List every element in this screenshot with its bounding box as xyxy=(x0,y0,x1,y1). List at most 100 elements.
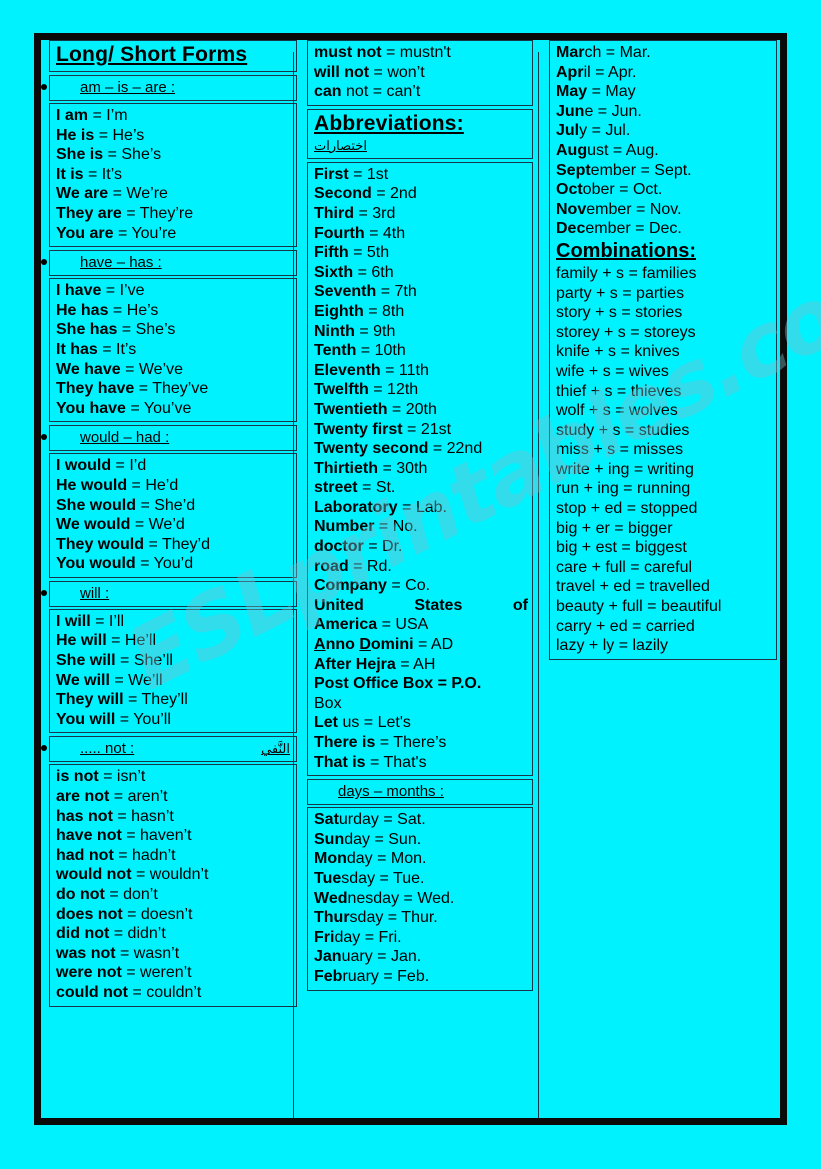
page-title: Long/ Short Forms xyxy=(56,43,248,66)
contraction-row: had not = hadn’t xyxy=(56,846,292,866)
month-row-value: = Nov. xyxy=(631,200,682,218)
combination-row: care + full = careful xyxy=(556,558,693,576)
day-month-row-term: Sat xyxy=(314,811,339,829)
day-month-row: Tuesday = Tue. xyxy=(314,869,528,889)
usa-line-1-text: United States of xyxy=(314,596,528,614)
abbreviation-row-value: = There’s xyxy=(375,734,447,751)
month-row-term: Sept xyxy=(556,161,591,179)
contraction-row: They would = They’d xyxy=(56,535,292,555)
abbreviation-row-value: = Lab. xyxy=(397,498,447,516)
contraction-row-value: = They’ve xyxy=(134,380,209,398)
contraction-row-term: It has xyxy=(56,340,98,358)
contraction-row-value: = haven’t xyxy=(121,827,192,845)
abbreviation-row-value: = Co. xyxy=(386,577,431,595)
contraction-row-value: = You’ll xyxy=(115,710,171,728)
combination-row: travel + ed = travelled xyxy=(556,578,710,596)
contraction-row-term: have not xyxy=(56,827,122,845)
section-header-label: would – had : xyxy=(80,429,170,447)
abbreviation-row: Company = Co. xyxy=(314,576,528,596)
day-month-row-term: Tue xyxy=(314,869,342,887)
day-month-row-term: Thur xyxy=(314,909,350,927)
abbreviation-row-term: Seventh xyxy=(314,283,377,301)
abbreviation-row-term: Eighth xyxy=(314,302,364,320)
abbreviation-row-term: There is xyxy=(314,734,376,751)
section-header-label: will : xyxy=(80,584,110,602)
combination-row: big + est = biggest xyxy=(556,539,687,557)
abbreviation-row: Second = 2nd xyxy=(314,184,528,204)
day-month-row-term: Jan xyxy=(314,948,342,966)
abbreviation-row-term: Number xyxy=(314,518,375,536)
contraction-row-term: You are xyxy=(56,224,114,242)
contraction-row-value: = isn’t xyxy=(98,768,146,786)
day-month-row-value: = Sat. xyxy=(378,811,426,829)
contraction-row-term: I will xyxy=(56,612,91,630)
pobox-line-1-text: Post Office Box = P.O. xyxy=(314,675,482,693)
contraction-row: I will = I’ll xyxy=(56,612,292,632)
section-header-wrap: have – has : xyxy=(41,250,297,277)
abbreviations-title: Abbreviations: xyxy=(314,111,464,135)
column-3: March = Mar. April = Apr. May = May June = … xyxy=(549,40,777,663)
contraction-row-value: = doesn’t xyxy=(122,905,193,923)
contraction-row: It is = It’s xyxy=(56,165,292,185)
column-1-sections: am – is – are : I am = I’m He is = He’s She… xyxy=(41,75,297,1007)
bullet-icon xyxy=(41,84,47,90)
abbreviation-row-value: = 7th xyxy=(376,283,417,301)
contraction-row-value: = They’re xyxy=(121,204,194,222)
section-list-box: I will = I’ll He will = He’ll She will = S… xyxy=(49,608,297,734)
contraction-row-term: were not xyxy=(56,964,122,982)
abbreviations-title-box: Abbreviations: اختصارات xyxy=(307,108,533,159)
day-month-row-mid: ruary xyxy=(342,967,379,985)
column-2: must not = mustn't will not = won’t can no… xyxy=(307,40,533,994)
contraction-row-value: = We’re xyxy=(108,185,168,203)
contraction-row-term: They will xyxy=(56,691,124,709)
section-header: will : xyxy=(49,580,297,607)
contraction-row-value: = We’d xyxy=(130,516,185,534)
contraction-row: It has = It’s xyxy=(56,340,292,360)
abbreviations-title-arabic: اختصارات xyxy=(314,137,367,153)
combination-row: big + er = bigger xyxy=(556,519,673,537)
contraction-row-value: = You’d xyxy=(135,555,194,573)
day-month-row-mid: nesday xyxy=(347,889,400,907)
months-and-combinations-box: March = Mar. April = Apr. May = May June = … xyxy=(549,40,777,660)
abbreviation-row-value: = 9th xyxy=(354,322,396,340)
not-continued-box: must not = mustn't will not = won’t can no… xyxy=(307,40,533,106)
contraction-row-value: = don’t xyxy=(104,886,158,903)
abbreviation-row-term: Twentieth xyxy=(314,400,388,418)
month-row-value: = Sept. xyxy=(636,161,692,179)
day-month-row-mid: day xyxy=(346,850,373,868)
pobox-line-1: Post Office Box = P.O. xyxy=(314,674,528,694)
abbreviation-row-value: = 22nd xyxy=(428,440,483,458)
abbreviation-row-value: = Rd. xyxy=(348,557,392,575)
section-header: would – had : xyxy=(49,425,297,452)
combination-row: beauty + full = beautiful xyxy=(556,598,722,616)
abbreviation-row-value: = 1st xyxy=(348,165,389,183)
combination-row: wolf + s = wolves xyxy=(556,402,678,420)
contraction-row-term: has not xyxy=(56,807,113,825)
contraction-row: You have = You’ve xyxy=(56,399,292,419)
contraction-row-value: = He’s xyxy=(108,301,159,319)
abbreviation-row-value: = No. xyxy=(374,518,418,536)
section-header-label: am – is – are : xyxy=(80,79,176,96)
contraction-row: He is = He’s xyxy=(56,126,292,146)
section-list-box: I am = I’m He is = He’s She is = She’s It i… xyxy=(49,103,297,248)
contraction-row-term: would not xyxy=(56,866,132,884)
contraction-row: He will = He’ll xyxy=(56,631,292,651)
contraction-row: He has = He’s xyxy=(56,301,292,321)
pobox-line-2-text: Box xyxy=(314,694,342,712)
bullet-icon xyxy=(41,745,47,752)
abbreviation-row-value: = St. xyxy=(357,479,396,497)
month-row: November = Nov. xyxy=(556,200,772,220)
day-month-row: Saturday = Sat. xyxy=(314,810,528,830)
section-header-wrap: ..... not : النَّفي xyxy=(41,736,297,763)
abbreviation-row-term: Ninth xyxy=(314,322,355,340)
day-month-row-mid: day xyxy=(334,928,361,946)
day-month-row-term: Feb xyxy=(314,967,343,985)
abbreviation-row-value: = AH xyxy=(395,655,436,673)
abbreviation-row: Third = 3rd xyxy=(314,204,528,224)
day-month-row-value: = Mon. xyxy=(372,850,427,868)
contraction-row: We would = We’d xyxy=(56,515,292,535)
abbreviation-row: Laboratory = Lab. xyxy=(314,498,528,518)
contraction-row: did not = didn’t xyxy=(56,924,292,944)
contraction-row-value: = I’ve xyxy=(101,282,145,300)
abbreviation-row-value: = 11th xyxy=(380,361,429,379)
